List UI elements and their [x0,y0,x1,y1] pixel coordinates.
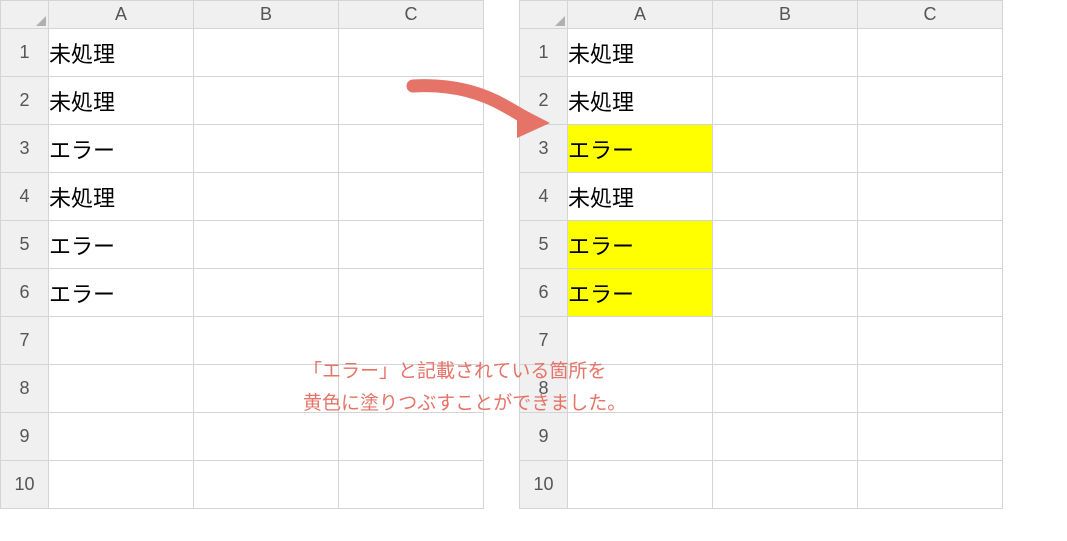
column-header-a[interactable]: A [568,1,713,29]
cell-c4[interactable] [339,173,484,221]
cell-b8[interactable] [194,365,339,413]
column-header-b[interactable]: B [194,1,339,29]
cell-b1[interactable] [194,29,339,77]
cell-a3[interactable]: エラー [49,125,194,173]
row-header-8[interactable]: 8 [520,365,568,413]
row-header-7[interactable]: 7 [520,317,568,365]
cell-b3[interactable] [194,125,339,173]
cell-a8[interactable] [568,365,713,413]
cell-b3[interactable] [713,125,858,173]
cell-b5[interactable] [194,221,339,269]
cell-a5[interactable]: エラー [568,221,713,269]
left-spreadsheet: A B C 1 未処理 2 未処理 3 エラー [0,0,484,541]
cell-c8[interactable] [858,365,1003,413]
cell-a9[interactable] [49,413,194,461]
cell-a9[interactable] [568,413,713,461]
cell-a4[interactable]: 未処理 [568,173,713,221]
row-header-4[interactable]: 4 [520,173,568,221]
select-all-corner[interactable] [520,1,568,29]
column-header-b[interactable]: B [713,1,858,29]
cell-b6[interactable] [713,269,858,317]
row-header-5[interactable]: 5 [520,221,568,269]
column-header-c[interactable]: C [339,1,484,29]
cell-a10[interactable] [49,461,194,509]
row-header-2[interactable]: 2 [1,77,49,125]
row-header-9[interactable]: 9 [520,413,568,461]
spreadsheet-right[interactable]: A B C 1 未処理 2 未処理 3 エラー [519,0,1003,509]
cell-a7[interactable] [49,317,194,365]
row-header-6[interactable]: 6 [1,269,49,317]
cell-b1[interactable] [713,29,858,77]
cell-c9[interactable] [858,413,1003,461]
cell-c2[interactable] [339,77,484,125]
cell-b7[interactable] [713,317,858,365]
cell-c5[interactable] [339,221,484,269]
cell-b9[interactable] [713,413,858,461]
row-header-10[interactable]: 10 [1,461,49,509]
cell-c6[interactable] [339,269,484,317]
cell-b8[interactable] [713,365,858,413]
row-header-8[interactable]: 8 [1,365,49,413]
cell-a3[interactable]: エラー [568,125,713,173]
cell-c1[interactable] [858,29,1003,77]
cell-b7[interactable] [194,317,339,365]
row-header-1[interactable]: 1 [520,29,568,77]
cell-a2[interactable]: 未処理 [49,77,194,125]
right-spreadsheet: A B C 1 未処理 2 未処理 3 エラー [519,0,1003,541]
row-header-7[interactable]: 7 [1,317,49,365]
cell-b4[interactable] [194,173,339,221]
cell-c10[interactable] [858,461,1003,509]
cell-c4[interactable] [858,173,1003,221]
cell-c2[interactable] [858,77,1003,125]
cell-a6[interactable]: エラー [49,269,194,317]
row-header-6[interactable]: 6 [520,269,568,317]
cell-a2[interactable]: 未処理 [568,77,713,125]
row-header-5[interactable]: 5 [1,221,49,269]
spreadsheet-left[interactable]: A B C 1 未処理 2 未処理 3 エラー [0,0,484,509]
cell-b10[interactable] [194,461,339,509]
cell-b10[interactable] [713,461,858,509]
cell-c6[interactable] [858,269,1003,317]
cell-a6[interactable]: エラー [568,269,713,317]
row-header-10[interactable]: 10 [520,461,568,509]
cell-b2[interactable] [713,77,858,125]
cell-b6[interactable] [194,269,339,317]
cell-c10[interactable] [339,461,484,509]
cell-a10[interactable] [568,461,713,509]
row-header-3[interactable]: 3 [1,125,49,173]
cell-b2[interactable] [194,77,339,125]
cell-a4[interactable]: 未処理 [49,173,194,221]
select-all-corner[interactable] [1,1,49,29]
cell-c3[interactable] [858,125,1003,173]
cell-c7[interactable] [858,317,1003,365]
column-header-a[interactable]: A [49,1,194,29]
column-header-c[interactable]: C [858,1,1003,29]
cell-c5[interactable] [858,221,1003,269]
cell-b9[interactable] [194,413,339,461]
cell-a7[interactable] [568,317,713,365]
row-header-4[interactable]: 4 [1,173,49,221]
cell-c9[interactable] [339,413,484,461]
cell-c7[interactable] [339,317,484,365]
row-header-1[interactable]: 1 [1,29,49,77]
cell-b4[interactable] [713,173,858,221]
cell-c3[interactable] [339,125,484,173]
row-header-3[interactable]: 3 [520,125,568,173]
cell-c1[interactable] [339,29,484,77]
row-header-2[interactable]: 2 [520,77,568,125]
row-header-9[interactable]: 9 [1,413,49,461]
cell-a1[interactable]: 未処理 [49,29,194,77]
cell-c8[interactable] [339,365,484,413]
cell-b5[interactable] [713,221,858,269]
cell-a8[interactable] [49,365,194,413]
cell-a1[interactable]: 未処理 [568,29,713,77]
cell-a5[interactable]: エラー [49,221,194,269]
